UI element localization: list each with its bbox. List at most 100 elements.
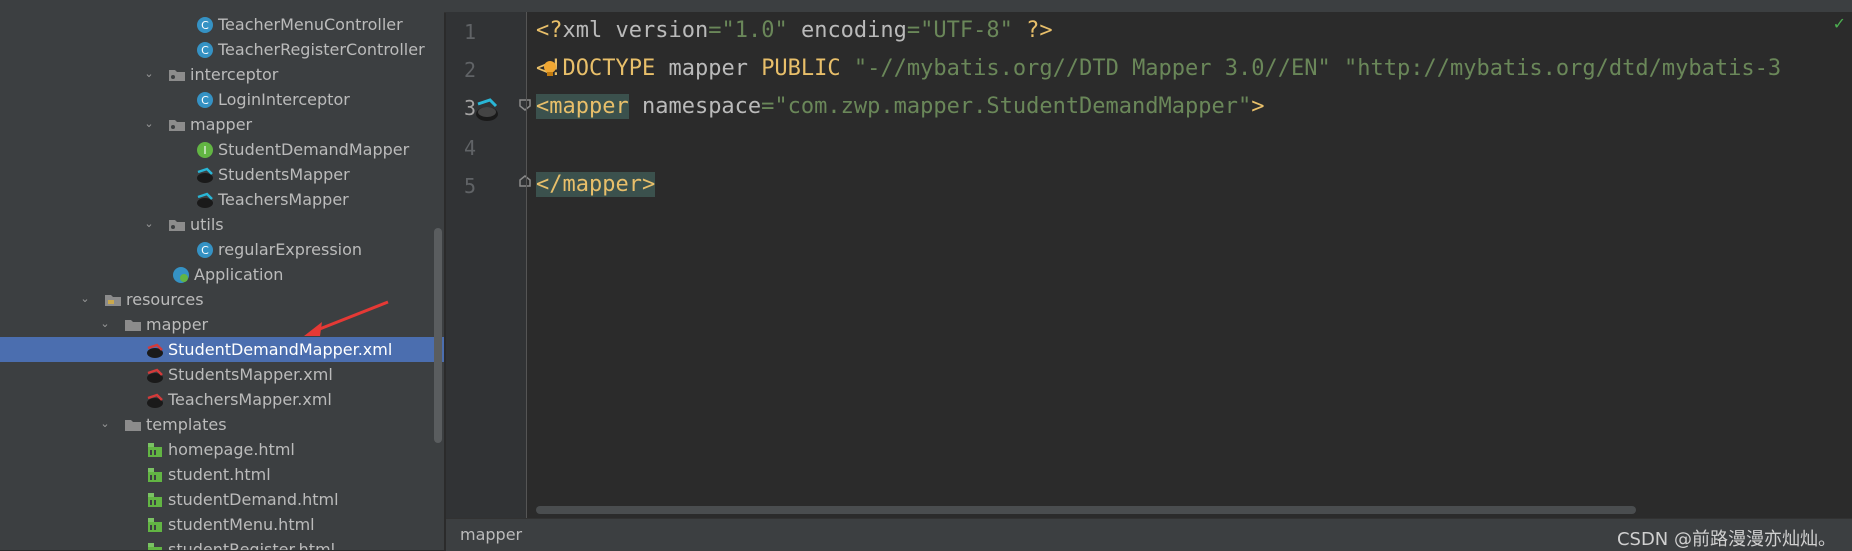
- tree-item[interactable]: studentRegister.html: [0, 537, 444, 550]
- resources-folder-icon: [104, 291, 122, 309]
- equals: =: [708, 18, 722, 43]
- doctype-public: PUBLIC: [761, 56, 841, 81]
- attr-namespace: namespace: [628, 94, 762, 119]
- mybatis-xml-icon: [146, 391, 164, 409]
- tree-item[interactable]: ⌄ mapper: [0, 112, 444, 137]
- html-file-icon: [146, 491, 164, 509]
- attr-encoding: encoding: [787, 18, 907, 43]
- attr-version: version: [602, 18, 709, 43]
- svg-text:C: C: [201, 244, 209, 257]
- doctype-root: mapper: [655, 56, 762, 81]
- horizontal-scrollbar[interactable]: [536, 506, 1636, 514]
- svg-text:C: C: [201, 19, 209, 32]
- tag-close: >: [1251, 94, 1265, 119]
- line-number: 2: [463, 58, 476, 82]
- mybatis-xml-icon: [146, 366, 164, 384]
- tree-item-label: mapper: [190, 115, 253, 134]
- folder-icon: [124, 316, 142, 334]
- folder-icon: [124, 416, 142, 434]
- doctype-public-id: "-//mybatis.org//DTD Mapper 3.0//EN": [840, 56, 1331, 81]
- tree-item-label: StudentsMapper.xml: [168, 365, 333, 384]
- xml-decl-close: ?>: [1012, 18, 1053, 43]
- expand-chevron-icon[interactable]: ⌄: [142, 217, 156, 231]
- tree-item-label: StudentDemandMapper: [218, 140, 410, 159]
- tree-item-label: templates: [146, 415, 227, 434]
- breadcrumb-bar: mapper CSDN @前路漫漫亦灿灿。: [446, 518, 1852, 551]
- tree-item-label: studentMenu.html: [168, 515, 315, 534]
- tree-item-label: TeacherRegisterController: [218, 40, 425, 59]
- tree-item[interactable]: C TeacherRegisterController: [0, 37, 444, 62]
- line-number: 1: [463, 20, 476, 44]
- tree-item-label: StudentDemandMapper.xml: [168, 340, 393, 359]
- expand-chevron-icon[interactable]: ⌄: [78, 292, 92, 306]
- lightbulb-icon[interactable]: [542, 60, 558, 78]
- tree-item-label: LoginInterceptor: [218, 90, 350, 109]
- project-tree-scrollbar[interactable]: [434, 228, 442, 443]
- spring-boot-app-icon: [172, 266, 190, 284]
- fold-icon[interactable]: [518, 98, 532, 112]
- class-icon: C: [196, 16, 214, 34]
- expand-chevron-icon[interactable]: ⌄: [142, 117, 156, 131]
- svg-text:C: C: [201, 94, 209, 107]
- project-tree-panel: C TeacherMenuController C TeacherRegisterCo…: [0, 12, 444, 550]
- equals: =: [761, 94, 775, 119]
- tree-item-label: TeacherMenuController: [218, 15, 403, 34]
- mybatis-xml-icon: [146, 341, 164, 359]
- value-namespace: "com.zwp.mapper.StudentDemandMapper": [774, 94, 1252, 119]
- equals: =: [906, 18, 921, 43]
- tree-item-label: interceptor: [190, 65, 279, 84]
- xml-keyword: xml: [562, 18, 603, 43]
- doctype-keyword: !DOCTYPE: [549, 56, 656, 81]
- inspection-ok-icon[interactable]: ✓: [1833, 14, 1846, 33]
- code-editor[interactable]: 1 2 3 4 5 <?xml version="1.0" encoding="…: [446, 12, 1852, 518]
- mybatis-mapper-icon: [196, 191, 214, 209]
- value-version: "1.0": [721, 18, 788, 43]
- tree-item[interactable]: TeachersMapper.xml: [0, 387, 444, 412]
- tree-item[interactable]: homepage.html: [0, 437, 444, 462]
- tree-item[interactable]: StudentDemandMapper.xml: [0, 337, 444, 362]
- expand-chevron-icon[interactable]: ⌄: [98, 417, 112, 431]
- interface-icon: I: [196, 141, 214, 159]
- doctype-system-id: "http://mybatis.org/dtd/mybatis-3: [1330, 56, 1782, 81]
- tree-item-label: TeachersMapper: [218, 190, 349, 209]
- tree-item-label: utils: [190, 215, 224, 234]
- tree-item[interactable]: I StudentDemandMapper: [0, 137, 444, 162]
- code-line-1: <?xml version="1.0" encoding="UTF-8" ?>: [536, 16, 1053, 46]
- tree-item-label: student.html: [168, 465, 271, 484]
- tree-item[interactable]: StudentsMapper.xml: [0, 362, 444, 387]
- tree-item-label: StudentsMapper: [218, 165, 350, 184]
- package-folder-icon: [168, 216, 186, 234]
- tree-item[interactable]: studentMenu.html: [0, 512, 444, 537]
- tree-item[interactable]: StudentsMapper: [0, 162, 444, 187]
- tree-item[interactable]: ⌄ interceptor: [0, 62, 444, 87]
- tree-item[interactable]: Application: [0, 262, 444, 287]
- html-file-icon: [146, 516, 164, 534]
- tree-item[interactable]: studentDemand.html: [0, 487, 444, 512]
- tree-item[interactable]: ⌄ templates: [0, 412, 444, 437]
- tree-item-label: studentDemand.html: [168, 490, 339, 509]
- line-number: 5: [463, 174, 476, 198]
- mapper-open-tag: <mapper: [536, 94, 629, 119]
- tree-item-label: resources: [126, 290, 204, 309]
- html-file-icon: [146, 466, 164, 484]
- watermark: CSDN @前路漫漫亦灿灿。: [1616, 529, 1836, 550]
- tree-item[interactable]: C TeacherMenuController: [0, 12, 444, 37]
- tree-item-label: mapper: [146, 315, 209, 334]
- package-folder-icon: [168, 66, 186, 84]
- tree-item[interactable]: student.html: [0, 462, 444, 487]
- tree-item[interactable]: CregularExpression: [0, 237, 444, 262]
- tree-item[interactable]: C LoginInterceptor: [0, 87, 444, 112]
- fold-icon[interactable]: [518, 174, 532, 188]
- mybatis-gutter-icon[interactable]: [474, 96, 502, 124]
- xml-decl-open: <?: [536, 18, 563, 43]
- html-file-icon: [146, 541, 164, 550]
- tree-item-label: Application: [194, 265, 284, 284]
- tree-item[interactable]: ⌄ utils: [0, 212, 444, 237]
- tree-item[interactable]: TeachersMapper: [0, 187, 444, 212]
- breadcrumb-item[interactable]: mapper: [460, 525, 522, 544]
- annotation-arrow: [304, 300, 389, 336]
- class-icon: C: [196, 241, 214, 259]
- expand-chevron-icon[interactable]: ⌄: [142, 67, 156, 81]
- svg-text:C: C: [201, 44, 209, 57]
- expand-chevron-icon[interactable]: ⌄: [98, 317, 112, 331]
